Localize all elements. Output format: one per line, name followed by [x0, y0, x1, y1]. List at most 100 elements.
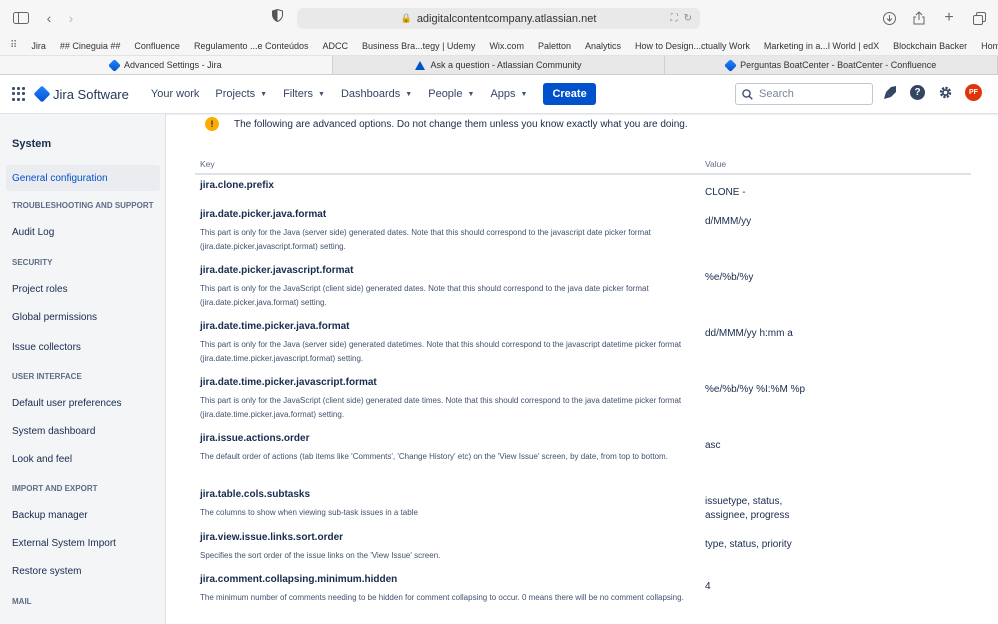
bookmark-item[interactable]: Paletton	[538, 41, 571, 51]
help-icon[interactable]: ?	[910, 85, 925, 100]
table-row: jira.comment.collapsing.minimum.hidden Th…	[195, 569, 971, 619]
bookmark-item[interactable]: Confluence	[134, 41, 180, 51]
column-header-value: Value	[700, 159, 971, 175]
sidebar-item-default-user-preferences[interactable]: Default user preferences	[6, 390, 160, 416]
sidebar-item-system-dashboard[interactable]: System dashboard	[6, 418, 160, 444]
sidebar-toggle-icon[interactable]	[10, 7, 32, 29]
search-input[interactable]: Search	[735, 83, 873, 105]
create-button[interactable]: Create	[543, 83, 596, 105]
bookmark-item[interactable]: ## Cineguia ##	[60, 41, 121, 51]
tab-advanced-settings[interactable]: Advanced Settings - Jira	[0, 56, 333, 74]
key-cell: jira.date.picker.java.format This part is…	[195, 204, 700, 260]
gear-icon[interactable]	[937, 85, 953, 101]
nav-dashboards[interactable]: Dashboards ▼	[341, 88, 412, 100]
bookmark-item[interactable]: Analytics	[585, 41, 621, 51]
setting-key: jira.clone.prefix	[200, 180, 274, 191]
key-cell: jira.view.issue.links.sort.order Specifie…	[195, 527, 700, 569]
key-cell: jira.date.time.picker.javascript.format T…	[195, 372, 700, 428]
sidebar-section-heading: TROUBLESHOOTING AND SUPPORT	[12, 201, 154, 210]
jira-logo[interactable]: Jira Software	[33, 85, 129, 103]
sidebar-item-look-and-feel[interactable]: Look and feel	[6, 446, 160, 472]
sidebar-item-issue-collectors[interactable]: Issue collectors	[6, 334, 160, 360]
setting-value[interactable]: issuetype, status, assignee, progress	[705, 489, 805, 523]
setting-value[interactable]: %e/%b/%y	[705, 265, 966, 285]
setting-key: jira.issue.actions.order	[200, 433, 310, 444]
chevron-down-icon: ▼	[318, 90, 325, 98]
setting-key: jira.date.time.picker.java.format	[200, 321, 350, 332]
key-cell: jira.issue.actions.order The default orde…	[195, 428, 700, 484]
new-tab-icon[interactable]: +	[938, 7, 960, 29]
value-cell[interactable]: %e/%b/%y	[700, 260, 971, 316]
nav-projects[interactable]: Projects ▼	[215, 88, 267, 100]
value-cell[interactable]: 4	[700, 569, 971, 619]
app-switcher-icon[interactable]	[12, 87, 26, 101]
sidebar-item-backup-manager[interactable]: Backup manager	[6, 502, 160, 528]
setting-value[interactable]: type, status, priority	[705, 532, 966, 552]
setting-value[interactable]: 4	[705, 574, 966, 594]
value-cell[interactable]: asc	[700, 428, 971, 484]
sidebar-item-restore-system[interactable]: Restore system	[6, 558, 160, 584]
bookmark-item[interactable]: How to Design...ctually Work	[635, 41, 750, 51]
sidebar-section-heading: MAIL	[12, 597, 32, 606]
setting-key: jira.comment.collapsing.minimum.hidden	[200, 574, 398, 585]
forward-icon[interactable]: ›	[60, 7, 82, 29]
nav-apps[interactable]: Apps ▼	[490, 88, 527, 100]
value-cell[interactable]: d/MMM/yy	[700, 204, 971, 260]
sidebar-item-external-system-import[interactable]: External System Import	[6, 530, 160, 556]
back-icon[interactable]: ‹	[38, 7, 60, 29]
nav-label: Dashboards	[340, 88, 401, 100]
nav-people[interactable]: People ▼	[428, 88, 474, 100]
bookmark-item[interactable]: Regulamento ...e Conteúdos	[194, 41, 309, 51]
table-row: jira.date.time.picker.javascript.format T…	[195, 372, 971, 428]
setting-description: This part is only for the Java (server s…	[200, 228, 651, 251]
chevron-down-icon: ▼	[260, 90, 268, 98]
browser-tabs: Advanced Settings - Jira Ask a question …	[0, 56, 998, 75]
shield-icon[interactable]	[272, 8, 283, 25]
tab-atlassian-community[interactable]: Ask a question - Atlassian Community	[333, 56, 666, 74]
translate-icon[interactable]: ⛶	[671, 13, 678, 24]
bookmark-item[interactable]: ADCC	[323, 41, 349, 51]
lock-icon: 🔒	[400, 13, 412, 23]
sidebar-item-audit-log[interactable]: Audit Log	[6, 219, 160, 245]
key-cell: jira.comment.collapsing.minimum.hidden Th…	[195, 569, 700, 619]
setting-value[interactable]: %e/%b/%y %I:%M %p	[705, 377, 966, 397]
key-cell: jira.date.picker.javascript.format This p…	[195, 260, 700, 316]
sidebar-item-global-permissions[interactable]: Global permissions	[6, 304, 160, 330]
atlassian-favicon-icon	[415, 60, 426, 70]
search-placeholder: Search	[759, 88, 794, 100]
browser-toolbar: ‹ › 🔒 adigitalcontentcompany.atlassian.n…	[0, 0, 998, 36]
bookmark-item[interactable]: Marketing in a...l World | edX	[764, 41, 879, 51]
bookmark-item[interactable]: Blockchain Backer	[893, 41, 967, 51]
bookmark-item[interactable]: Home - El Ranchito	[981, 41, 998, 51]
setting-value[interactable]: asc	[705, 433, 966, 453]
reload-icon[interactable]: ↻	[684, 13, 692, 24]
sidebar-item-general-configuration[interactable]: General configuration	[6, 165, 160, 191]
nav-filters[interactable]: Filters ▼	[283, 88, 325, 100]
avatar[interactable]: PF	[965, 84, 982, 101]
nav-your-work[interactable]: Your work	[151, 88, 200, 100]
value-cell[interactable]: CLONE -	[700, 174, 971, 204]
address-bar[interactable]: 🔒 adigitalcontentcompany.atlassian.net ⛶…	[297, 8, 700, 29]
setting-description: The columns to show when viewing sub-tas…	[200, 508, 418, 517]
value-cell[interactable]: dd/MMM/yy h:mm a	[700, 316, 971, 372]
bookmark-item[interactable]: Business Bra...tegy | Udemy	[362, 41, 475, 51]
bookmark-item[interactable]: Wix.com	[489, 41, 524, 51]
download-icon[interactable]	[878, 7, 900, 29]
tab-confluence[interactable]: Perguntas BoatCenter - BoatCenter - Conf…	[665, 56, 998, 74]
setting-value[interactable]: CLONE -	[705, 180, 966, 200]
table-row: jira.date.picker.java.format This part is…	[195, 204, 971, 260]
nav-label: Filters	[283, 88, 314, 100]
sidebar-item-project-roles[interactable]: Project roles	[6, 276, 160, 302]
setting-value[interactable]: dd/MMM/yy h:mm a	[705, 321, 966, 341]
setting-value[interactable]: d/MMM/yy	[705, 209, 966, 229]
bookmarks-grid-icon[interactable]: ⠿	[10, 40, 17, 51]
tab-overview-icon[interactable]	[968, 7, 990, 29]
value-cell[interactable]: %e/%b/%y %I:%M %p	[700, 372, 971, 428]
setting-description: The default order of actions (tab items …	[200, 452, 668, 461]
share-icon[interactable]	[908, 7, 930, 29]
value-cell[interactable]: type, status, priority	[700, 527, 971, 569]
chevron-down-icon: ▼	[467, 90, 475, 98]
value-cell[interactable]: issuetype, status, assignee, progress	[700, 484, 971, 527]
bookmark-item[interactable]: Jira	[31, 41, 46, 51]
notifications-icon[interactable]	[882, 85, 898, 101]
